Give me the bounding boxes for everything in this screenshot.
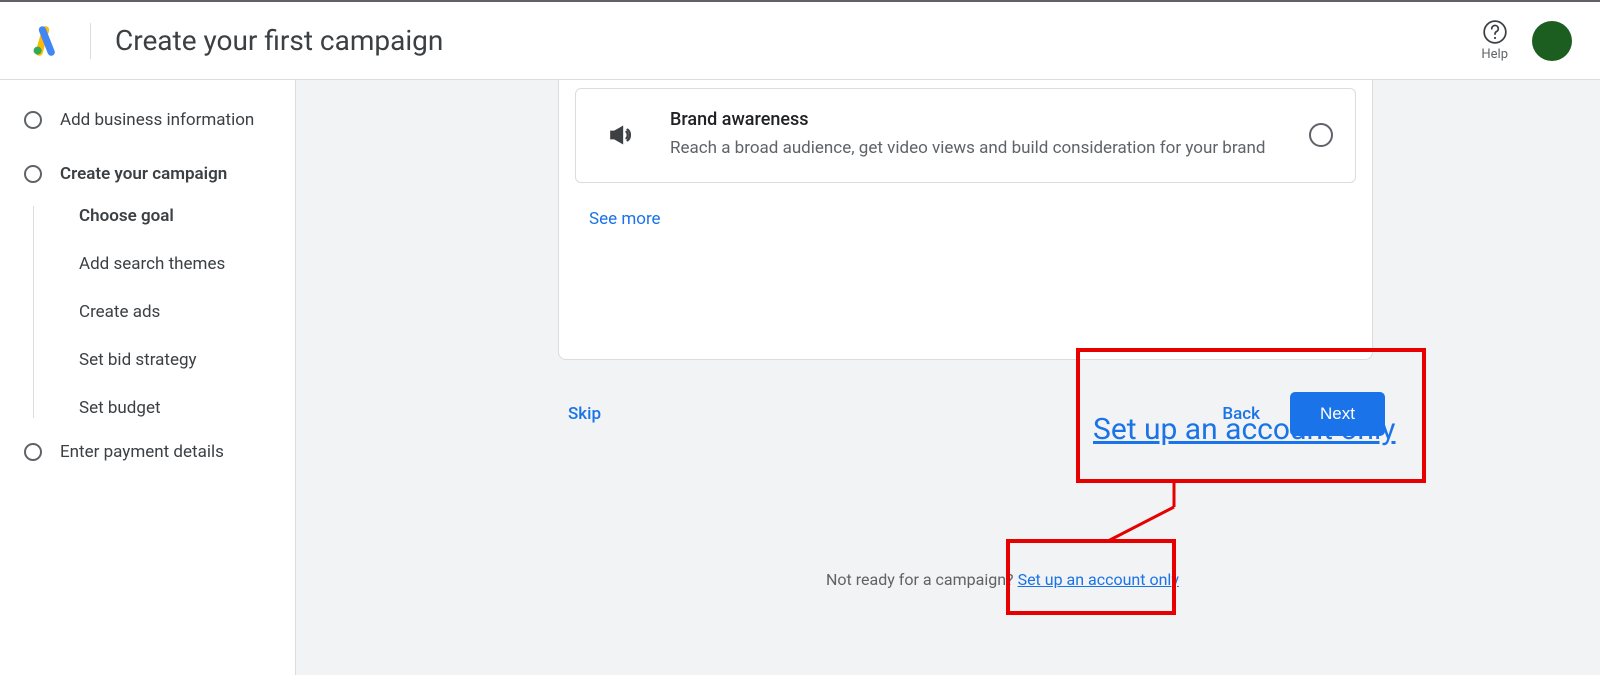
footer-prompt: Not ready for a campaign? Set up an acco… bbox=[826, 570, 1179, 589]
help-button[interactable]: Help bbox=[1481, 19, 1508, 62]
step-indicator-icon bbox=[24, 165, 42, 183]
body: Add business information Create your cam… bbox=[0, 80, 1600, 675]
next-button[interactable]: Next bbox=[1290, 392, 1385, 436]
help-icon bbox=[1482, 19, 1508, 45]
top-bar: Create your first campaign Help bbox=[0, 0, 1600, 80]
help-label: Help bbox=[1481, 47, 1508, 62]
step-indicator-icon bbox=[24, 111, 42, 129]
sidebar: Add business information Create your cam… bbox=[0, 80, 296, 675]
annotation-connector-icon bbox=[1106, 483, 1176, 543]
step-label: Create your campaign bbox=[60, 164, 227, 184]
see-more-link[interactable]: See more bbox=[589, 209, 661, 229]
sidebar-substeps: Choose goal Add search themes Create ads… bbox=[33, 206, 272, 418]
sidebar-substep-budget[interactable]: Set budget bbox=[79, 398, 272, 418]
setup-account-only-link[interactable]: Set up an account only bbox=[1018, 570, 1179, 589]
back-link[interactable]: Back bbox=[1222, 404, 1260, 424]
sidebar-substep-choose-goal[interactable]: Choose goal bbox=[79, 206, 272, 226]
goal-title: Brand awareness bbox=[670, 109, 1289, 130]
main-area: Brand awareness Reach a broad audience, … bbox=[296, 80, 1600, 675]
google-ads-logo-icon[interactable] bbox=[28, 25, 60, 57]
sidebar-substep-create-ads[interactable]: Create ads bbox=[79, 302, 272, 322]
megaphone-icon bbox=[598, 122, 644, 148]
avatar[interactable] bbox=[1532, 21, 1572, 61]
divider bbox=[90, 23, 91, 59]
sidebar-step-payment[interactable]: Enter payment details bbox=[24, 442, 272, 462]
page-title: Create your first campaign bbox=[115, 24, 1481, 57]
step-indicator-icon bbox=[24, 443, 42, 461]
goal-brand-awareness[interactable]: Brand awareness Reach a broad audience, … bbox=[575, 88, 1356, 183]
step-label: Add business information bbox=[60, 110, 254, 130]
nav-row: Skip Back Next bbox=[558, 360, 1403, 436]
goal-description: Reach a broad audience, get video views … bbox=[670, 136, 1289, 162]
step-label: Enter payment details bbox=[60, 442, 224, 462]
sidebar-step-campaign[interactable]: Create your campaign bbox=[24, 164, 272, 184]
sidebar-substep-bid-strategy[interactable]: Set bid strategy bbox=[79, 350, 272, 370]
sidebar-substep-search-themes[interactable]: Add search themes bbox=[79, 254, 272, 274]
skip-link[interactable]: Skip bbox=[568, 404, 601, 424]
goal-card: Brand awareness Reach a broad audience, … bbox=[558, 80, 1373, 360]
footer-prompt-text: Not ready for a campaign? bbox=[826, 570, 1018, 589]
goal-text: Brand awareness Reach a broad audience, … bbox=[670, 109, 1289, 162]
radio-icon[interactable] bbox=[1309, 123, 1333, 147]
sidebar-step-business[interactable]: Add business information bbox=[24, 110, 272, 130]
